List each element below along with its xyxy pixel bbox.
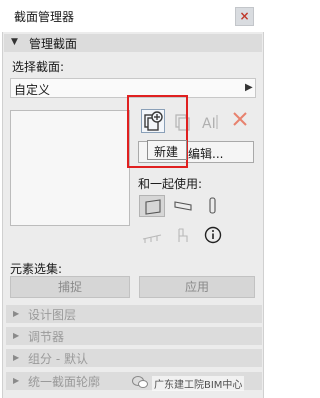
use-with-label: 和一起使用: — [138, 177, 203, 191]
title-bar: 截面管理器 — [0, 0, 266, 32]
new-tooltip: 新建 — [147, 140, 187, 160]
wall-option-button[interactable] — [139, 195, 165, 217]
section-components-default[interactable]: ▶ 组分 - 默认 — [6, 349, 262, 367]
beam-icon — [174, 201, 192, 211]
column-icon — [209, 197, 216, 214]
chair-icon — [178, 228, 188, 242]
chevron-right-icon: ▶ — [13, 331, 20, 340]
section-label: 调节器 — [28, 330, 65, 344]
chevron-right-icon: ▶ — [13, 376, 20, 385]
info-icon — [204, 226, 222, 244]
beam-option-button[interactable] — [170, 195, 196, 217]
manage-section-title: 管理截面 — [29, 37, 78, 51]
section-list[interactable] — [10, 110, 130, 226]
info-button[interactable] — [202, 224, 228, 246]
delete-button[interactable] — [229, 108, 251, 130]
rename-button[interactable]: AI — [200, 111, 222, 133]
element-set-label: 元素选集: — [10, 262, 63, 276]
svg-text:AI: AI — [202, 116, 216, 132]
edit-button-label: 编辑... — [188, 147, 224, 161]
apply-button[interactable]: 应用 — [139, 276, 255, 298]
rename-text-icon: AI — [202, 115, 218, 132]
window-title: 截面管理器 — [14, 10, 75, 24]
railing-icon — [142, 234, 162, 243]
select-section-label: 选择截面: — [12, 60, 65, 74]
section-label: 设计图层 — [28, 308, 77, 322]
section-label: 统一截面轮廓 — [28, 375, 101, 389]
watermark-logo-icon — [132, 375, 148, 389]
chevron-right-icon: ▶ — [13, 353, 20, 362]
column-option-button[interactable] — [200, 195, 226, 217]
object-option-button[interactable] — [170, 225, 196, 247]
capture-button[interactable]: 捕捉 — [10, 276, 130, 298]
chevron-right-icon: ▶ — [245, 82, 253, 93]
watermark-text: 广东建工院BIM中心 — [152, 376, 245, 391]
railing-option-button[interactable] — [139, 225, 165, 247]
delete-icon — [233, 112, 247, 126]
section-label: 组分 - 默认 — [28, 352, 88, 366]
section-modifiers[interactable]: ▶ 调节器 — [6, 327, 262, 345]
section-dropdown-value: 自定义 — [14, 83, 51, 97]
wall-icon — [145, 199, 161, 215]
section-design-layers[interactable]: ▶ 设计图层 — [6, 305, 262, 323]
chevron-right-icon: ▶ — [13, 309, 20, 318]
close-button[interactable]: × — [235, 7, 254, 26]
chevron-down-icon: ▼ — [11, 37, 18, 47]
manage-section-header[interactable]: ▼ 管理截面 — [4, 34, 262, 52]
